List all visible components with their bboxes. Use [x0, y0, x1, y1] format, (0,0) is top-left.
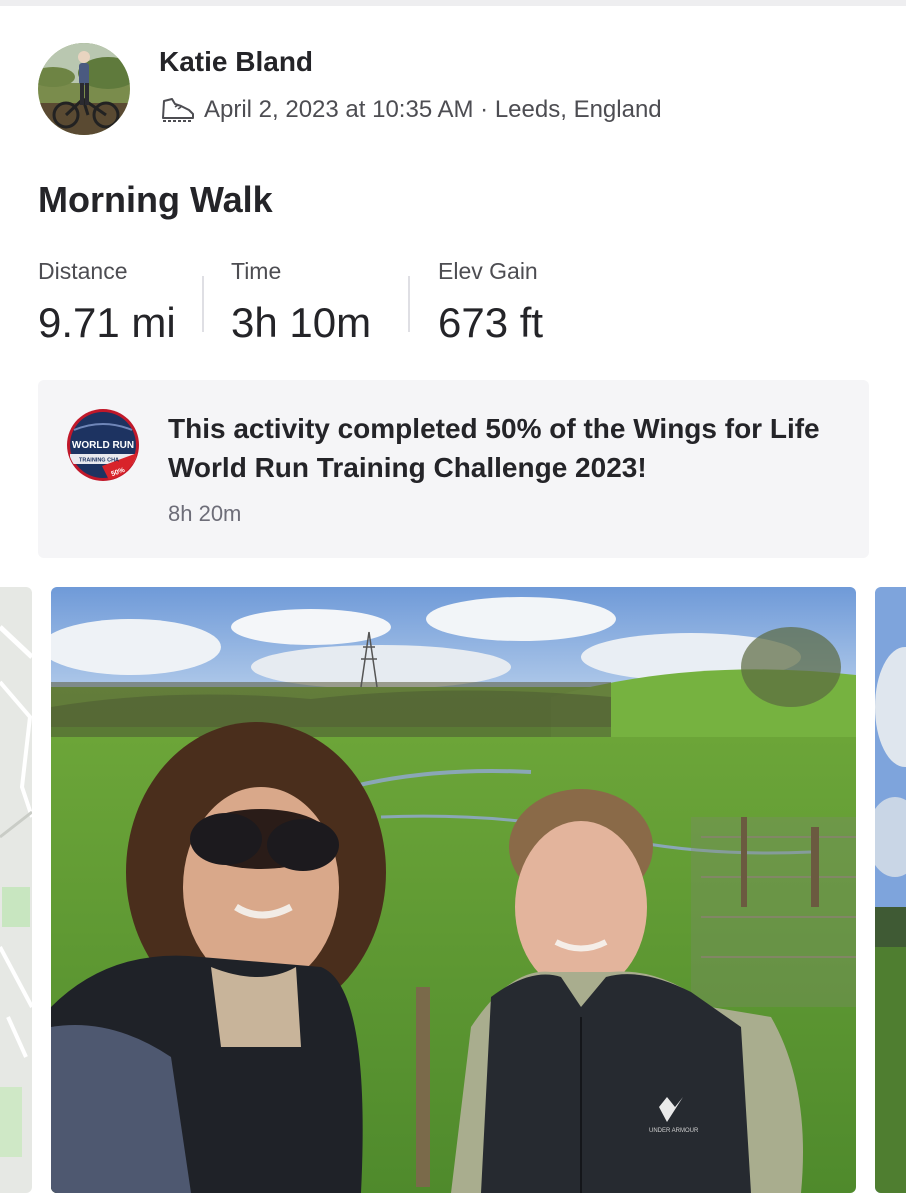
athlete-name[interactable]: Katie Bland	[159, 46, 313, 78]
challenge-badge-icon[interactable]: WORLD RUN TRAINING CHA 50%	[66, 408, 140, 482]
challenge-duration: 8h 20m	[168, 501, 242, 526]
challenge-card[interactable]: WORLD RUN TRAINING CHA 50% This activity…	[38, 380, 869, 558]
walking-shoe-icon	[162, 98, 194, 122]
stat-value: 3h 10m	[231, 299, 372, 346]
stat-label: Time	[231, 258, 282, 284]
stat-elevation: Elev Gain 673 ft	[438, 258, 543, 347]
activity-date-location: April 2, 2023 at 10:35 AM · Leeds, Engla…	[204, 96, 662, 123]
badge-subtitle: TRAINING CHA	[79, 458, 119, 464]
activity-title[interactable]: Morning Walk	[38, 179, 273, 221]
route-map-thumbnail[interactable]	[0, 587, 32, 1193]
top-divider	[0, 0, 906, 6]
avatar[interactable]	[38, 43, 130, 135]
media-carousel[interactable]: UNDER ARMOUR	[0, 587, 906, 1193]
badge-title: WORLD RUN	[72, 440, 134, 451]
brand-logo-text: UNDER ARMOUR	[649, 1128, 699, 1134]
stat-distance: Distance 9.71 mi	[38, 258, 176, 347]
stat-divider	[202, 276, 204, 332]
stat-label: Distance	[38, 258, 128, 284]
stat-divider	[408, 276, 410, 332]
stat-value: 9.71 mi	[38, 299, 176, 346]
next-photo-thumbnail[interactable]	[875, 587, 906, 1193]
stat-time: Time 3h 10m	[231, 258, 371, 347]
activity-meta: April 2, 2023 at 10:35 AM · Leeds, Engla…	[159, 94, 662, 126]
stat-label: Elev Gain	[438, 258, 538, 284]
stat-value: 673 ft	[438, 299, 544, 346]
challenge-message[interactable]: This activity completed 50% of the Wings…	[168, 409, 828, 487]
activity-photo[interactable]: UNDER ARMOUR	[51, 587, 856, 1193]
